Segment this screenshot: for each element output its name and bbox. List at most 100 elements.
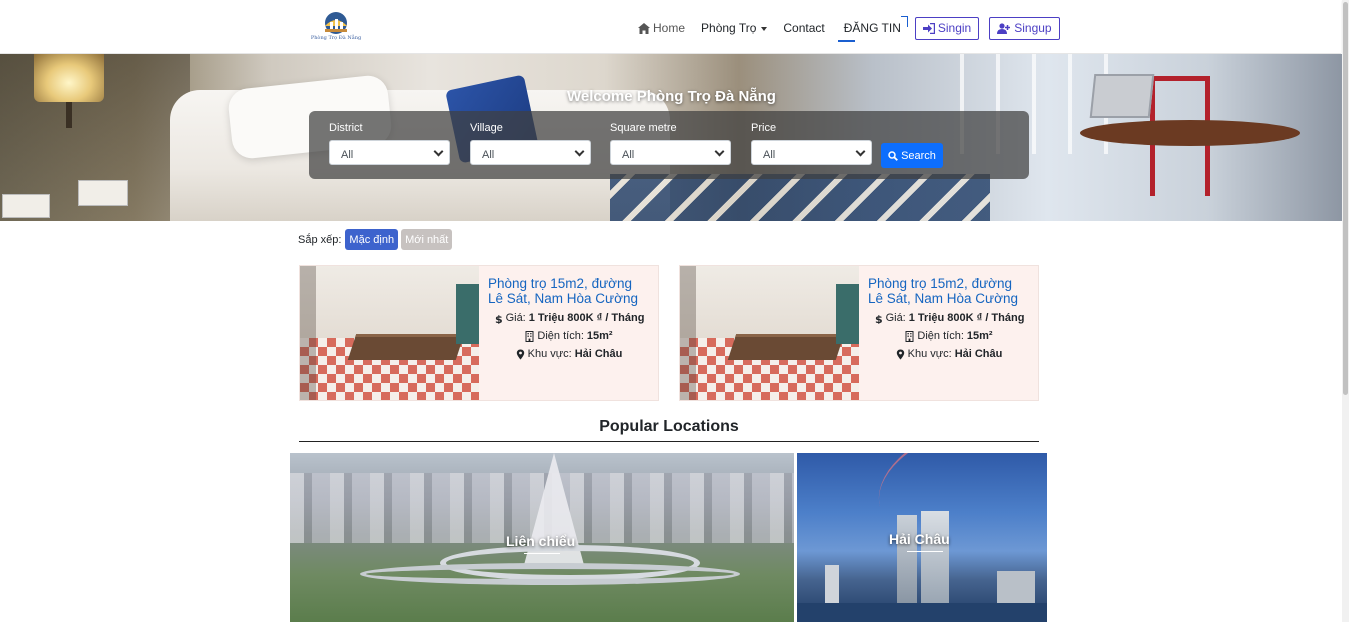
region-value: Hải Châu bbox=[954, 348, 1003, 360]
section-divider bbox=[299, 441, 1039, 442]
logo-text: Phòng Trọ Đà Nẵng bbox=[310, 35, 362, 41]
logo-icon bbox=[325, 12, 347, 34]
building-image bbox=[825, 565, 839, 603]
scrollbar-thumb[interactable] bbox=[1343, 2, 1348, 395]
region-label: Khu vực: bbox=[527, 348, 572, 360]
region-label: Khu vực: bbox=[907, 348, 952, 360]
price-value: 1 Triệu 800K ₫ / Tháng bbox=[528, 312, 645, 324]
listing-card[interactable]: Phòng trọ 15m2, đường Lê Sát, Nam Hòa Cư… bbox=[679, 265, 1039, 401]
sign-in-icon bbox=[922, 22, 935, 34]
building-image bbox=[997, 571, 1035, 603]
tower-image bbox=[921, 511, 949, 603]
nav-dang-tin[interactable]: ĐĂNG TIN bbox=[837, 16, 909, 42]
navbar: Phòng Trọ Đà Nẵng Home Phòng Trọ Contact… bbox=[0, 0, 1341, 54]
chevron-down-icon bbox=[433, 146, 444, 157]
area-label: Diện tích: bbox=[537, 330, 584, 342]
listing-body: Phòng trọ 15m2, đường Lê Sát, Nam Hòa Cư… bbox=[859, 266, 1038, 400]
user-plus-icon bbox=[997, 22, 1011, 34]
listing-title[interactable]: Phòng trọ 15m2, đường Lê Sát, Nam Hòa Cư… bbox=[868, 276, 1030, 306]
district-label: District bbox=[329, 122, 363, 134]
dollar-icon: $ bbox=[875, 313, 883, 324]
hero-title: Welcome Phòng Trọ Đà Nẵng bbox=[567, 88, 776, 105]
district-field: District All bbox=[329, 122, 450, 165]
nav-contact-label: Contact bbox=[783, 21, 825, 35]
rainbow-image bbox=[865, 453, 1047, 566]
signup-label: Singup bbox=[1014, 21, 1052, 35]
village-select[interactable]: All bbox=[470, 140, 591, 165]
sort-bar: Sắp xếp: Mặc định Mới nhất bbox=[298, 229, 453, 250]
price-label: Giá: bbox=[505, 312, 526, 324]
area-select[interactable]: All bbox=[610, 140, 731, 165]
region-value: Hải Châu bbox=[574, 348, 623, 360]
table-image bbox=[1080, 120, 1300, 146]
district-select[interactable]: All bbox=[329, 140, 450, 165]
map-marker-icon bbox=[896, 349, 904, 359]
chevron-down-icon bbox=[714, 146, 725, 157]
tower-image bbox=[897, 515, 917, 603]
page-scrollbar[interactable] bbox=[1342, 0, 1349, 622]
listing-image[interactable] bbox=[680, 266, 859, 400]
nav-contact[interactable]: Contact bbox=[783, 21, 824, 35]
signin-label: Singin bbox=[937, 21, 972, 35]
village-label: Village bbox=[470, 122, 503, 134]
search-icon bbox=[888, 150, 898, 161]
price-field: Price All bbox=[751, 122, 872, 165]
location-label: Hải Châu bbox=[889, 531, 950, 552]
sort-default-button[interactable]: Mặc định bbox=[345, 229, 399, 250]
price-select[interactable]: All bbox=[751, 140, 872, 165]
nav-home-label: Home bbox=[653, 21, 686, 35]
search-button[interactable]: Search bbox=[881, 143, 943, 168]
sort-newest-button[interactable]: Mới nhất bbox=[401, 229, 453, 250]
lamp-stem-image bbox=[66, 102, 72, 128]
area-label: Diện tích: bbox=[917, 330, 964, 342]
listing-title[interactable]: Phòng trọ 15m2, đường Lê Sát, Nam Hòa Cư… bbox=[488, 276, 650, 306]
building-icon bbox=[905, 330, 914, 342]
site-logo[interactable]: Phòng Trọ Đà Nẵng bbox=[310, 10, 362, 46]
bed-frame-image bbox=[347, 334, 465, 360]
building-icon bbox=[525, 330, 534, 342]
main-nav: Home Phòng Trọ Contact ĐĂNG TIN Singin S bbox=[638, 16, 1060, 42]
wall-outlet-image bbox=[2, 194, 50, 218]
room-shadow-image bbox=[300, 266, 316, 400]
area-value: All bbox=[622, 149, 635, 161]
river-image bbox=[797, 603, 1047, 622]
location-label: Liên chiểu bbox=[506, 533, 576, 554]
room-window-image bbox=[836, 284, 859, 344]
price-label: Giá: bbox=[885, 312, 906, 324]
hero-banner: Welcome Phòng Trọ Đà Nẵng District All V… bbox=[0, 54, 1343, 221]
wall-outlet-image bbox=[78, 180, 128, 206]
listing-body: Phòng trọ 15m2, đường Lê Sát, Nam Hòa Cư… bbox=[479, 266, 658, 400]
popular-locations-title: Popular Locations bbox=[599, 418, 739, 435]
room-shadow-image bbox=[680, 266, 696, 400]
search-panel: District All Village All Square metre Al… bbox=[309, 111, 1029, 179]
area-value: 15m² bbox=[586, 330, 613, 342]
nav-home[interactable]: Home bbox=[638, 21, 685, 35]
listing-price: $ Giá: 1 Triệu 800K ₫ / Tháng bbox=[488, 312, 650, 324]
blanket-image bbox=[610, 174, 990, 221]
district-value: All bbox=[341, 149, 354, 161]
room-window-image bbox=[456, 284, 479, 344]
location-card-lien-chieu[interactable]: Liên chiểu bbox=[290, 453, 794, 622]
nav-dang-tin-label: ĐĂNG TIN bbox=[843, 21, 901, 35]
svg-text:$: $ bbox=[875, 313, 883, 324]
nav-phong-tro-label: Phòng Trọ bbox=[701, 21, 757, 35]
home-icon bbox=[638, 22, 650, 34]
listing-card[interactable]: Phòng trọ 15m2, đường Lê Sát, Nam Hòa Cư… bbox=[299, 265, 659, 401]
nav-phong-tro-dropdown[interactable]: Phòng Trọ bbox=[701, 21, 768, 35]
area-field: Square metre All bbox=[610, 122, 731, 165]
listing-region: Khu vực: Hải Châu bbox=[868, 348, 1030, 360]
village-field: Village All bbox=[470, 122, 591, 165]
area-value: 15m² bbox=[966, 330, 993, 342]
signin-button[interactable]: Singin bbox=[914, 16, 980, 40]
listing-image[interactable] bbox=[300, 266, 479, 400]
location-card-hai-chau[interactable]: Hải Châu bbox=[797, 453, 1047, 622]
dollar-icon: $ bbox=[495, 313, 503, 324]
signup-button[interactable]: Singup bbox=[989, 16, 1060, 40]
chevron-down-icon bbox=[574, 146, 585, 157]
search-button-label: Search bbox=[901, 149, 936, 162]
bed-frame-image bbox=[727, 334, 845, 360]
area-label: Square metre bbox=[610, 122, 677, 134]
chevron-down-icon bbox=[855, 146, 866, 157]
map-marker-icon bbox=[516, 349, 524, 359]
price-value: All bbox=[763, 149, 776, 161]
